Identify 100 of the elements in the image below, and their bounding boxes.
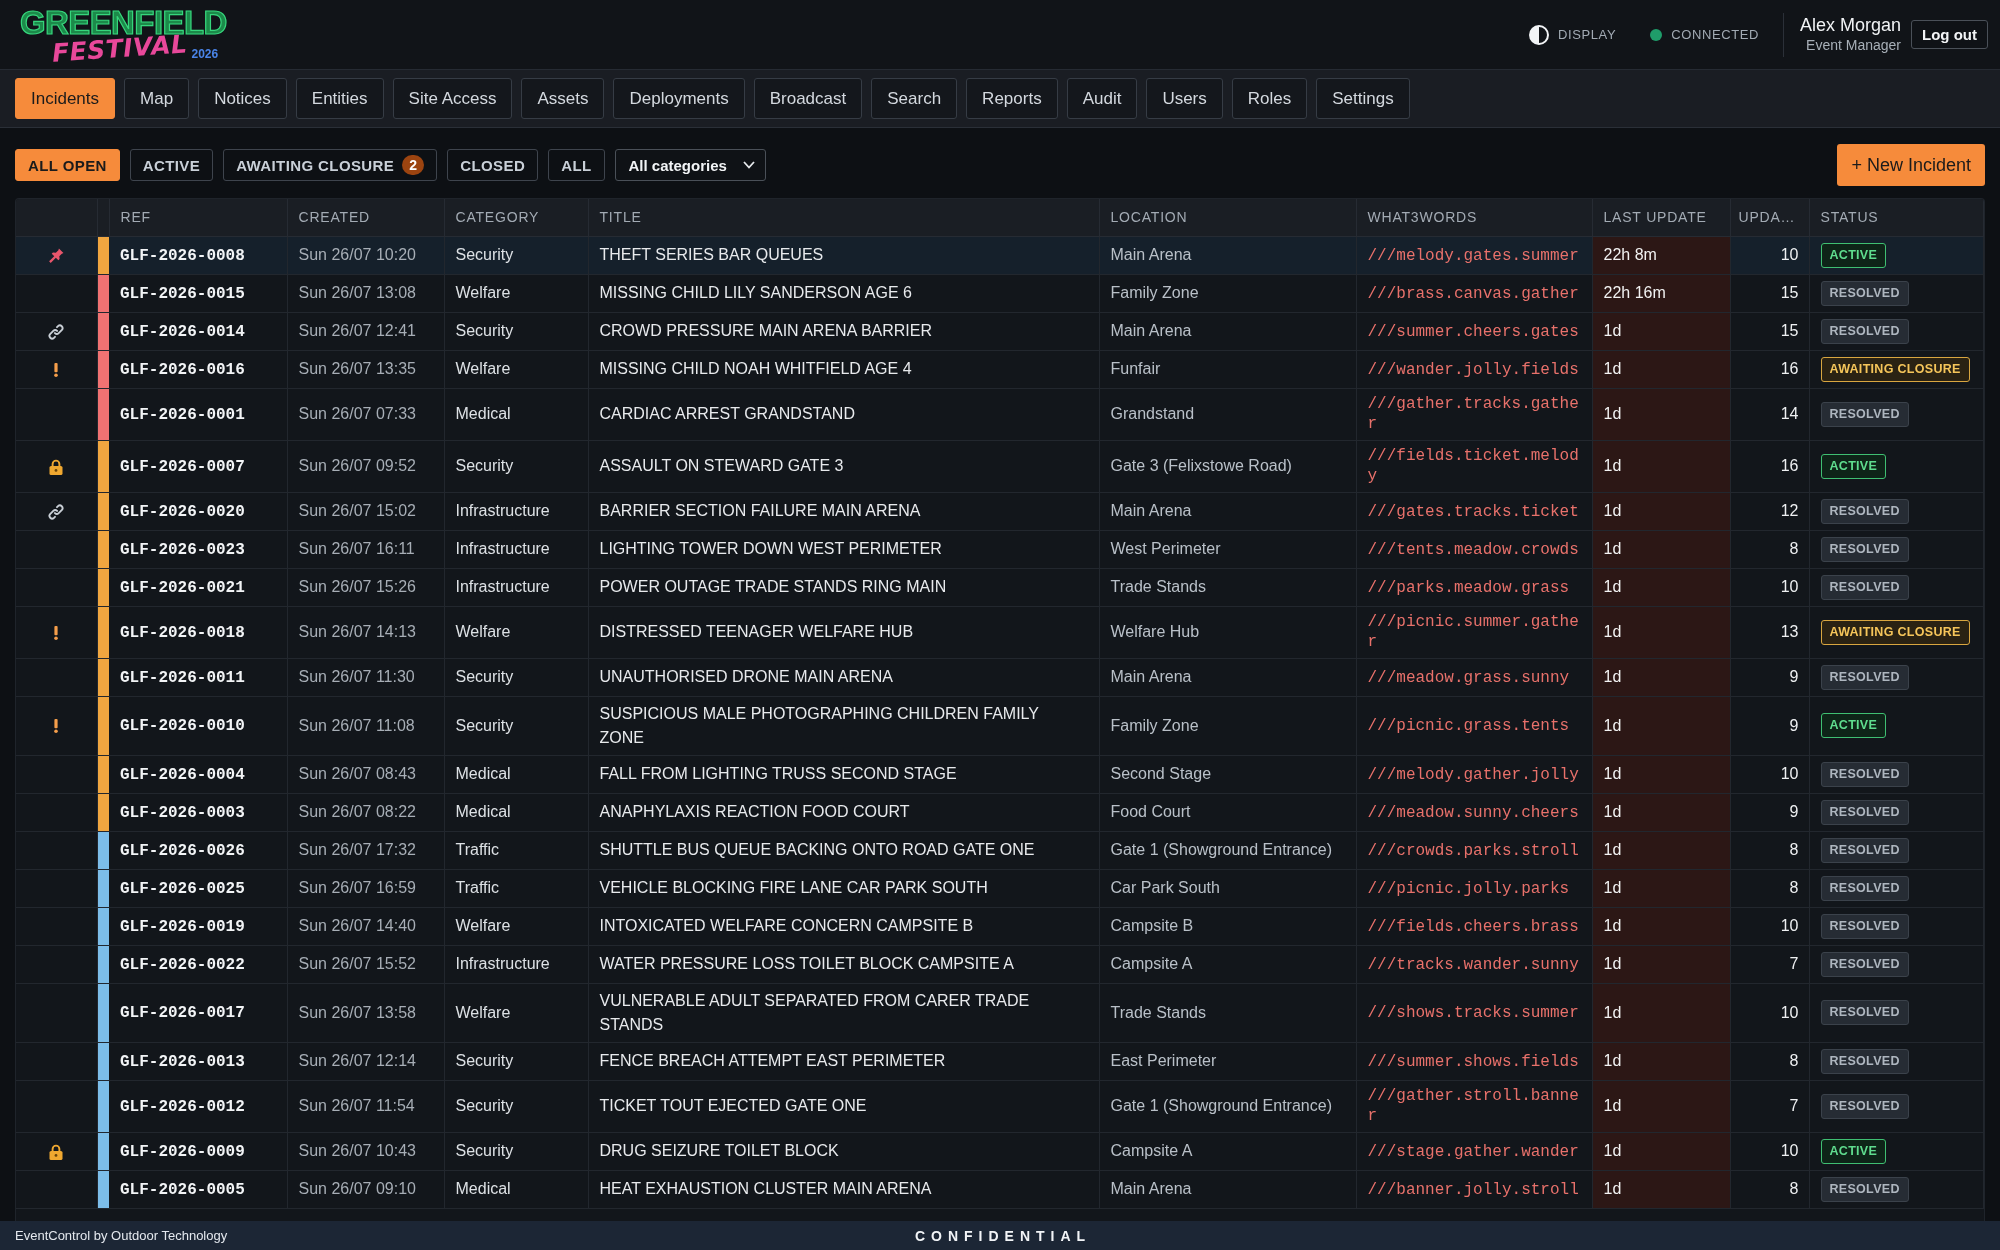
nav-tab[interactable]: Reports — [966, 78, 1058, 119]
incident-location: Main Arena — [1110, 322, 1192, 339]
incident-row[interactable]: GLF-2026-0003 Sun 26/07 08:22 Medical ANAPHYLAXIS REACTION FOOD COURT Food Court ///meadow.sunny.cheers 1d 9 RESOLVED — [16, 793, 1984, 831]
what3words-address: ///fields.ticket.melody — [1367, 445, 1580, 487]
last-update-age: 1d — [1603, 1180, 1622, 1197]
incident-location: Campsite A — [1110, 955, 1193, 972]
incident-ref: GLF-2026-0007 — [120, 457, 245, 476]
nav-tab[interactable]: Search — [871, 78, 958, 119]
incident-title: WATER PRESSURE LOSS TOILET BLOCK CAMPSITE A — [599, 954, 1014, 975]
filter-button[interactable]: ACTIVE — [129, 149, 214, 181]
column-header: CREATED — [298, 209, 370, 226]
last-update-age: 22h 16m — [1603, 284, 1666, 301]
update-count: 15 — [1780, 284, 1799, 301]
nav-tab[interactable]: Users — [1146, 78, 1223, 119]
category-dropdown[interactable]: All categories — [614, 149, 766, 181]
incident-row[interactable]: GLF-2026-0012 Sun 26/07 11:54 Security TICKET TOUT EJECTED GATE ONE Gate 1 (Showground Entrance) ///gather.stroll.banner 1d 7 RESOLVED — [16, 1080, 1984, 1132]
new-incident-button[interactable]: + New Incident — [1837, 144, 1985, 186]
incident-row[interactable]: GLF-2026-0005 Sun 26/07 09:10 Medical HEAT EXHAUSTION CLUSTER MAIN ARENA Main Arena ///banner.jolly.stroll 1d 8 RESOLVED — [16, 1170, 1984, 1208]
incident-category: Security — [455, 322, 514, 339]
incident-title: FENCE BREACH ATTEMPT EAST PERIMETER — [599, 1051, 946, 1072]
nav-tab[interactable]: Settings — [1316, 78, 1410, 119]
incident-location: Gate 3 (Felixstowe Road) — [1110, 457, 1292, 474]
incident-location: Grandstand — [1110, 405, 1195, 422]
incident-ref: GLF-2026-0022 — [120, 955, 245, 974]
incident-title: TICKET TOUT EJECTED GATE ONE — [599, 1096, 867, 1117]
nav-tab[interactable]: Roles — [1231, 78, 1308, 119]
nav-tab[interactable]: Audit — [1066, 78, 1138, 119]
display-toggle[interactable]: DISPLAY — [1529, 24, 1617, 45]
incident-location: Family Zone — [1110, 284, 1199, 301]
status-badge: RESOLVED — [1820, 498, 1909, 524]
incident-row[interactable]: GLF-2026-0014 Sun 26/07 12:41 Security CROWD PRESSURE MAIN ARENA BARRIER Main Arena ///summer.cheers.gates 1d 15 RESOLVED — [16, 312, 1984, 350]
nav-tab[interactable]: Incidents — [15, 78, 116, 119]
status-badge: RESOLVED — [1820, 913, 1909, 939]
status-badge: RESOLVED — [1820, 875, 1909, 901]
incident-location: Campsite A — [1110, 1142, 1193, 1159]
status-badge: ACTIVE — [1820, 453, 1887, 479]
incident-row[interactable]: GLF-2026-0023 Sun 26/07 16:11 Infrastructure LIGHTING TOWER DOWN WEST PERIMETER West Perimeter ///tents.meadow.crowds 1d 8 RESOLVED — [16, 530, 1984, 568]
incident-ref: GLF-2026-0004 — [120, 765, 245, 784]
incident-row[interactable]: GLF-2026-0016 Sun 26/07 13:35 Welfare MISSING CHILD NOAH WHITFIELD AGE 4 Funfair ///wander.jolly.fields 1d 16 AWAITING CLOSURE — [16, 350, 1984, 388]
incident-category: Traffic — [455, 879, 500, 896]
incident-ref: GLF-2026-0018 — [120, 623, 245, 642]
nav-tab[interactable]: Map — [124, 78, 190, 119]
nav-tab[interactable]: Assets — [521, 78, 605, 119]
incident-row[interactable]: GLF-2026-0009 Sun 26/07 10:43 Security DRUG SEIZURE TOILET BLOCK Campsite A ///stage.gather.wander 1d 10 ACTIVE — [16, 1132, 1984, 1170]
filter-button[interactable]: ALL OPEN — [15, 149, 120, 181]
incident-row[interactable]: GLF-2026-0020 Sun 26/07 15:02 Infrastructure BARRIER SECTION FAILURE MAIN ARENA Main Arena ///gates.tracks.ticket 1d 12 RESOLVED — [16, 492, 1984, 530]
update-count: 7 — [1789, 955, 1799, 972]
nav-tab[interactable]: Deployments — [613, 78, 745, 119]
incident-category: Welfare — [455, 623, 511, 640]
incident-category: Medical — [455, 803, 511, 820]
last-update-age: 1d — [1603, 1142, 1622, 1159]
created-time: Sun 26/07 14:40 — [298, 917, 416, 934]
update-count: 16 — [1780, 360, 1799, 377]
incident-row[interactable]: GLF-2026-0021 Sun 26/07 15:26 Infrastructure POWER OUTAGE TRADE STANDS RING MAIN Trade Stands ///parks.meadow.grass 1d 10 RESOLVED — [16, 568, 1984, 606]
nav-tab[interactable]: Site Access — [392, 78, 513, 119]
incident-row[interactable]: GLF-2026-0017 Sun 26/07 13:58 Welfare VULNERABLE ADULT SEPARATED FROM CARER TRADE STANDS Trade Stands ///shows.tracks.summer 1d 10 RESOLVED — [16, 983, 1984, 1042]
filter-button[interactable]: AWAITING CLOSURE 2 — [223, 149, 438, 181]
incident-ref: GLF-2026-0023 — [120, 540, 245, 559]
incident-row[interactable]: GLF-2026-0015 Sun 26/07 13:08 Welfare MISSING CHILD LILY SANDERSON AGE 6 Family Zone ///brass.canvas.gather 22h 16m 15 RESOLVED — [16, 274, 1984, 312]
incident-row[interactable]: GLF-2026-0013 Sun 26/07 12:14 Security FENCE BREACH ATTEMPT EAST PERIMETER East Perimeter ///summer.shows.fields 1d 8 RESOLVED — [16, 1042, 1984, 1080]
status-badge: RESOLVED — [1820, 1176, 1909, 1202]
status-badge: ACTIVE — [1820, 713, 1887, 739]
nav-tab[interactable]: Entities — [295, 78, 384, 119]
filter-button[interactable]: ALL — [548, 149, 605, 181]
incident-row[interactable]: GLF-2026-0026 Sun 26/07 17:32 Traffic SHUTTLE BUS QUEUE BACKING ONTO ROAD GATE ONE Gate 1 (Showground Entrance) ///crowds.parks.stroll 1d 8 RESOLVED — [16, 831, 1984, 869]
incident-location: Campsite B — [1110, 917, 1194, 934]
nav-tab[interactable]: Broadcast — [753, 78, 863, 119]
last-update-age: 1d — [1603, 716, 1622, 734]
incident-location: West Perimeter — [1110, 540, 1221, 557]
incident-row[interactable]: GLF-2026-0001 Sun 26/07 07:33 Medical CARDIAC ARREST GRANDSTAND Grandstand ///gather.tracks.gather 1d 14 RESOLVED — [16, 388, 1984, 440]
update-count: 9 — [1789, 668, 1799, 685]
incident-row[interactable]: GLF-2026-0018 Sun 26/07 14:13 Welfare DISTRESSED TEENAGER WELFARE HUB Welfare Hub ///picnic.summer.gather 1d 13 AWAITING CLOSURE — [16, 606, 1984, 658]
incident-category: Infrastructure — [455, 578, 550, 595]
incident-row[interactable]: GLF-2026-0019 Sun 26/07 14:40 Welfare INTOXICATED WELFARE CONCERN CAMPSITE B Campsite B ///fields.cheers.brass 1d 10 RESOLVED — [16, 907, 1984, 945]
what3words-address: ///picnic.grass.tents — [1367, 716, 1570, 737]
incident-title: ASSAULT ON STEWARD GATE 3 — [599, 456, 844, 477]
incident-ref: GLF-2026-0021 — [120, 578, 245, 597]
incident-row[interactable]: GLF-2026-0010 Sun 26/07 11:08 Security SUSPICIOUS MALE PHOTOGRAPHING CHILDREN FAMILY ZONE Family Zone ///picnic.grass.tents 1d 9 ACTIVE — [16, 696, 1984, 755]
incident-category: Welfare — [455, 1003, 511, 1021]
incident-title: BARRIER SECTION FAILURE MAIN ARENA — [599, 501, 921, 522]
status-badge: RESOLVED — [1820, 664, 1909, 690]
status-badge: RESOLVED — [1820, 574, 1909, 600]
incident-row[interactable]: GLF-2026-0008 Sun 26/07 10:20 Security THEFT SERIES BAR QUEUES Main Arena ///melody.gates.summer 22h 8m 10 ACTIVE — [16, 236, 1984, 274]
footer-credit: EventControl by Outdoor Technology — [15, 1228, 228, 1243]
incident-row[interactable]: GLF-2026-0004 Sun 26/07 08:43 Medical FALL FROM LIGHTING TRUSS SECOND STAGE Second Stage ///melody.gather.jolly 1d 10 RESOLVED — [16, 755, 1984, 793]
last-update-age: 1d — [1603, 765, 1622, 782]
incident-row[interactable]: GLF-2026-0011 Sun 26/07 11:30 Security UNAUTHORISED DRONE MAIN ARENA Main Arena ///meadow.grass.sunny 1d 9 RESOLVED — [16, 658, 1984, 696]
created-time: Sun 26/07 09:52 — [298, 457, 416, 474]
incident-row[interactable]: GLF-2026-0007 Sun 26/07 09:52 Security ASSAULT ON STEWARD GATE 3 Gate 3 (Felixstowe Road) ///fields.ticket.melody 1d 16 ACTIVE — [16, 440, 1984, 492]
created-time: Sun 26/07 13:08 — [298, 284, 416, 301]
logout-button[interactable]: Log out — [1911, 20, 1988, 49]
incident-title: VEHICLE BLOCKING FIRE LANE CAR PARK SOUTH — [599, 878, 988, 899]
status-badge: RESOLVED — [1820, 536, 1909, 562]
incident-row[interactable]: GLF-2026-0022 Sun 26/07 15:52 Infrastructure WATER PRESSURE LOSS TOILET BLOCK CAMPSITE A Campsite A ///tracks.wander.sunny 1d 7 RESOLVED — [16, 945, 1984, 983]
what3words-address: ///picnic.jolly.parks — [1367, 878, 1570, 899]
incident-title: INTOXICATED WELFARE CONCERN CAMPSITE B — [599, 916, 974, 937]
filter-button[interactable]: CLOSED — [447, 149, 539, 181]
nav-tab[interactable]: Notices — [198, 78, 287, 119]
incident-row[interactable]: GLF-2026-0025 Sun 26/07 16:59 Traffic VEHICLE BLOCKING FIRE LANE CAR PARK SOUTH Car Park South ///picnic.jolly.parks 1d 8 RESOLVED — [16, 869, 1984, 907]
exclamation-icon — [54, 362, 59, 377]
